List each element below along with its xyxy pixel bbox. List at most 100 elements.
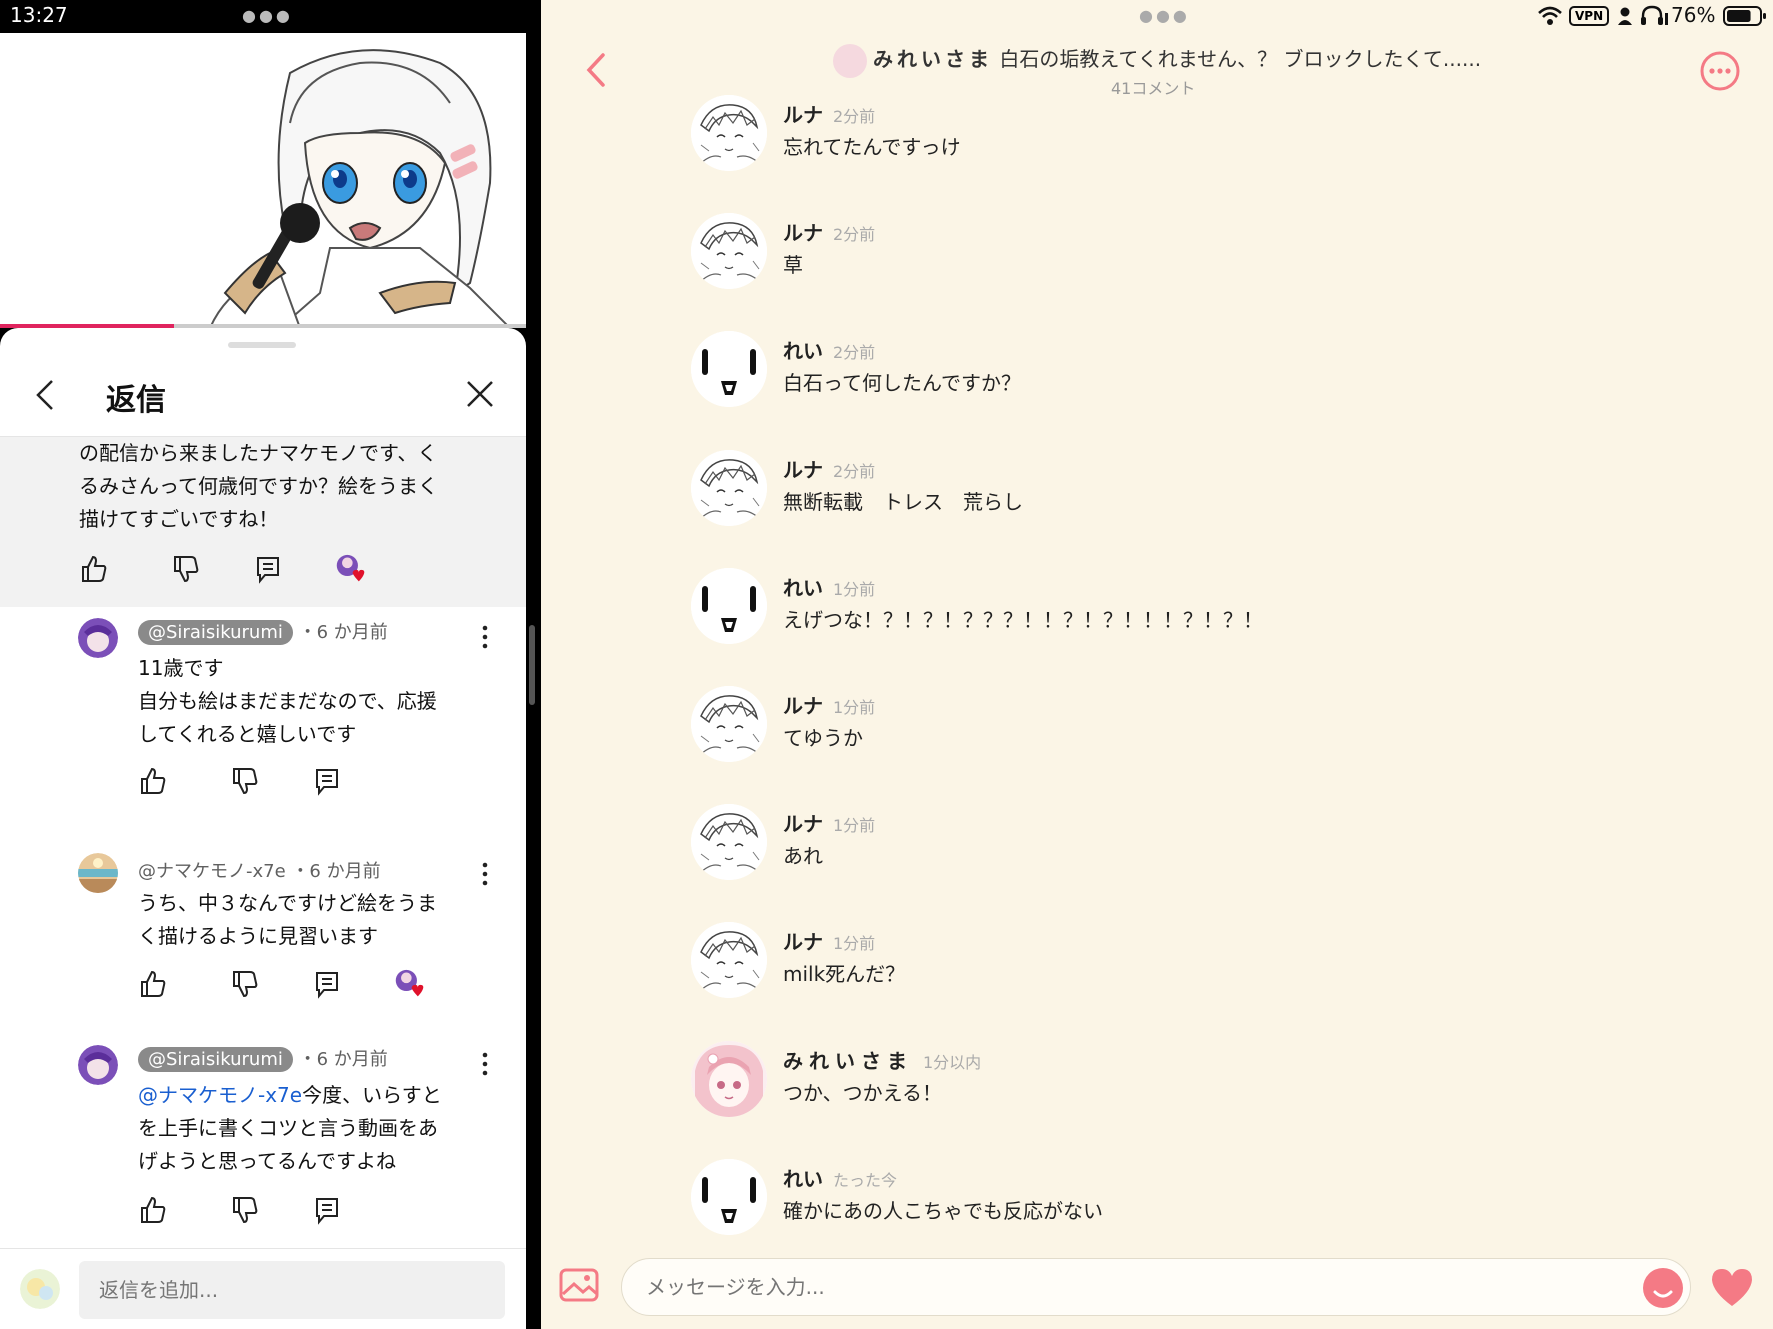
avatar[interactable] — [691, 95, 767, 171]
message-time: 1分前 — [833, 579, 876, 599]
chat-input-bar — [541, 1244, 1773, 1329]
sender-name[interactable]: れい — [783, 576, 823, 600]
comment-text: 11歳です 自分も絵はまだまだなので、応援 してくれると嬉しいです — [138, 656, 437, 746]
avatar[interactable] — [691, 331, 767, 408]
vpn-badge: VPN — [1569, 6, 1610, 26]
split-view-handle[interactable] — [529, 625, 535, 705]
sender-line: ルナ 2分前 — [783, 99, 875, 128]
more-vertical-icon[interactable] — [478, 861, 492, 887]
sender-name[interactable]: ルナ — [783, 930, 823, 954]
sender-line: れい 1分前 — [783, 572, 875, 601]
avatar[interactable] — [78, 853, 118, 893]
sender-line: れい たった今 — [783, 1163, 897, 1192]
message-text: あれ — [783, 844, 823, 869]
sender-name[interactable]: ルナ — [783, 694, 823, 718]
comment-meta: @Siraisikurumi ・6 か月前 — [138, 1045, 388, 1072]
more-vertical-icon[interactable] — [478, 1051, 492, 1077]
headphones-icon — [1641, 5, 1668, 25]
parent-comment-actions — [79, 554, 459, 588]
avatar[interactable] — [691, 804, 767, 881]
thumbs-down-icon[interactable] — [230, 766, 260, 796]
thumbs-up-icon[interactable] — [138, 766, 168, 796]
mention-link[interactable]: @ナマケモノ-x7e — [138, 1083, 302, 1107]
author-handle[interactable]: @Siraisikurumi — [138, 1047, 293, 1072]
thumbs-down-icon[interactable] — [171, 554, 201, 584]
battery-icon — [1723, 6, 1766, 26]
sheet-grabber[interactable] — [228, 342, 296, 348]
parent-comment-text: の配信から来ましたナマケモノです、く るみさんって何歳何ですか？絵をうまく 描け… — [79, 441, 438, 531]
chat-header: みれいさま 白石の垢教えてくれません、？ ブロックしたくて...... 41コメ… — [541, 33, 1773, 103]
comment-actions — [138, 766, 518, 800]
comment-actions — [138, 969, 518, 1003]
thumbs-up-icon[interactable] — [138, 969, 168, 999]
avatar[interactable] — [691, 922, 767, 999]
avatar[interactable] — [691, 567, 767, 644]
message-time: たった今 — [833, 1170, 898, 1190]
sender-name[interactable]: みれいさま — [783, 1049, 913, 1073]
sender-name[interactable]: ルナ — [783, 812, 823, 836]
multitask-dots-icon[interactable]: ●●● — [1139, 6, 1190, 25]
close-icon[interactable] — [463, 377, 497, 411]
reply-input[interactable] — [79, 1261, 505, 1319]
sender-line: ルナ 1分前 — [783, 690, 875, 719]
reply-comment-icon[interactable] — [253, 554, 283, 584]
avatar[interactable] — [691, 449, 767, 526]
multitask-dots-icon[interactable]: ●●● — [242, 6, 293, 25]
video-player[interactable] — [0, 33, 526, 328]
back-chevron-icon[interactable] — [32, 377, 62, 413]
chat-title-text: 白石の垢教えてくれません、？ ブロックしたくて...... — [999, 47, 1482, 71]
sender-name[interactable]: れい — [783, 339, 823, 363]
sender-line: ルナ 1分前 — [783, 926, 875, 955]
battery-percent: 76% — [1671, 3, 1716, 27]
chat-message: ルナ 2分前 無断転載 トレス 荒らし — [541, 449, 1773, 550]
comment-text: うち、中３なんですけど絵をうま く描けるように見習います — [138, 891, 437, 948]
sender-line: れい 2分前 — [783, 335, 875, 364]
thumbs-down-icon[interactable] — [230, 969, 260, 999]
sender-line: ルナ 2分前 — [783, 217, 875, 246]
sender-name[interactable]: ルナ — [783, 458, 823, 482]
emoji-icon[interactable] — [1643, 1268, 1683, 1308]
split-view-divider[interactable] — [526, 0, 541, 1329]
back-chevron-icon[interactable] — [583, 51, 609, 89]
thumbs-up-icon[interactable] — [138, 1195, 168, 1225]
chat-message: みれいさま 1分以内 つか、つかえる！ — [541, 1040, 1773, 1141]
status-bar-right: ●●● VPN 76% — [541, 0, 1773, 33]
reply-comment-icon[interactable] — [312, 969, 342, 999]
comment-meta: @Siraisikurumi ・6 か月前 — [138, 618, 388, 645]
heart-like-icon[interactable] — [1709, 1266, 1755, 1308]
reply-comment-icon[interactable] — [312, 766, 342, 796]
author-handle[interactable]: @ナマケモノ-x7e — [138, 861, 286, 882]
sender-name[interactable]: ルナ — [783, 221, 823, 245]
chat-message: ルナ 1分前 あれ — [541, 804, 1773, 904]
more-options-icon[interactable] — [1699, 50, 1741, 92]
thumbs-up-icon[interactable] — [79, 554, 109, 584]
sender-line: みれいさま 1分以内 — [783, 1045, 981, 1074]
comment-actions — [138, 1195, 518, 1229]
message-time: 2分前 — [833, 225, 876, 245]
avatar[interactable] — [78, 1045, 118, 1085]
image-attach-icon[interactable] — [559, 1266, 599, 1304]
sender-name[interactable]: ルナ — [783, 103, 823, 127]
message-time: 1分前 — [833, 934, 876, 954]
avatar[interactable] — [691, 1040, 767, 1117]
reply-comment: @ナマケモノ-x7e ・6 か月前 うち、中３なんですけど絵をうま く描けるよう… — [0, 853, 526, 1028]
more-vertical-icon[interactable] — [478, 624, 492, 650]
avatar[interactable] — [691, 1158, 767, 1235]
wifi-icon — [1538, 6, 1562, 25]
author-handle[interactable]: @Siraisikurumi — [138, 620, 293, 645]
chat-message: ルナ 2分前 忘れてたんですっけ — [541, 95, 1773, 195]
replies-header: 返信 — [0, 353, 526, 437]
sender-name[interactable]: れい — [783, 1167, 823, 1191]
reply-comment: @Siraisikurumi ・6 か月前 11歳です 自分も絵はまだまだなので… — [0, 618, 526, 823]
thumbs-down-icon[interactable] — [230, 1195, 260, 1225]
comment-meta: @ナマケモノ-x7e ・6 か月前 — [138, 857, 381, 883]
avatar[interactable] — [691, 213, 767, 290]
message-text: milk死んだ？ — [783, 962, 906, 987]
chat-owner-name: みれいさま — [873, 47, 993, 71]
avatar[interactable] — [78, 618, 118, 658]
comment-time: ・6 か月前 — [291, 861, 381, 882]
avatar[interactable] — [691, 686, 767, 762]
message-input[interactable] — [621, 1258, 1691, 1316]
reply-comment-icon[interactable] — [312, 1195, 342, 1225]
parent-comment: の配信から来ましたナマケモノです、く るみさんって何歳何ですか？絵をうまく 描け… — [0, 437, 526, 607]
